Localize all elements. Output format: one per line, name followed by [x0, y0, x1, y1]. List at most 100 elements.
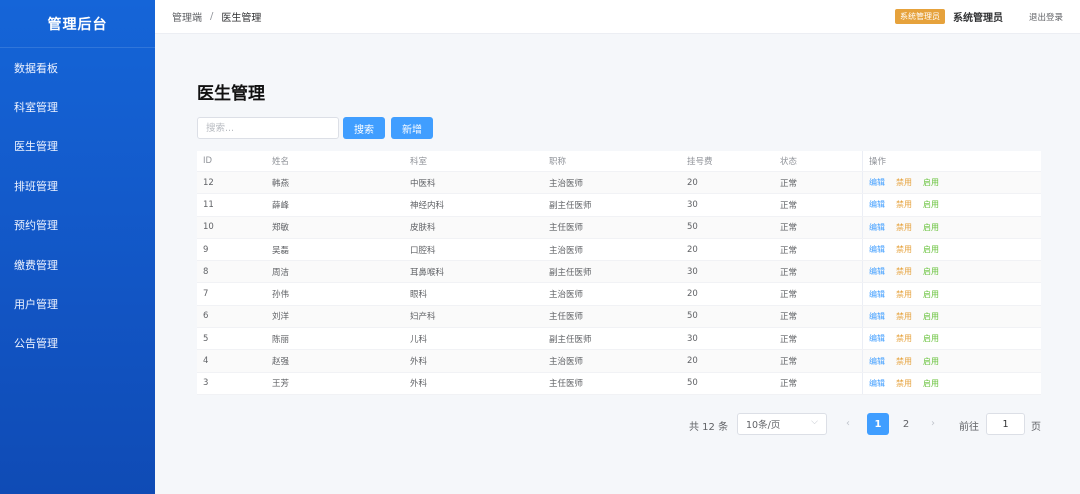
edit-button[interactable]: 编辑: [869, 244, 885, 255]
cell-status: 正常: [774, 216, 863, 238]
edit-button[interactable]: 编辑: [869, 311, 885, 322]
disable-button[interactable]: 禁用: [896, 289, 912, 300]
disable-button[interactable]: 禁用: [896, 199, 912, 210]
disable-button[interactable]: 禁用: [896, 222, 912, 233]
cell-status: 正常: [774, 372, 863, 394]
sidebar-item-dashboard[interactable]: 数据看板: [0, 48, 155, 87]
disable-button[interactable]: 禁用: [896, 356, 912, 367]
search-button[interactable]: 搜索: [343, 117, 385, 139]
cell-fee: 20: [687, 289, 698, 300]
cell-fee: 20: [687, 244, 698, 255]
cell-title: 主任医师: [549, 312, 584, 323]
table-header: ID 姓名 科室 职称 挂号费 状态 操作: [197, 151, 1041, 172]
cell-status: 正常: [774, 305, 863, 328]
cell-department: 妇产科: [410, 312, 436, 323]
cell-name: 赵强: [272, 357, 290, 368]
column-header-actions: 操作: [869, 157, 887, 167]
sidebar-item-doctors[interactable]: 医生管理: [0, 127, 155, 166]
cell-name: 周洁: [272, 267, 290, 278]
table-row: 7 孙伟 眼科 主治医师 20 正常 编辑 禁用 启用: [197, 283, 1041, 306]
goto-label: 前往: [959, 422, 979, 433]
cell-department: 外科: [410, 357, 428, 368]
enable-button[interactable]: 启用: [923, 222, 939, 233]
cell-actions: 编辑 禁用 启用: [863, 311, 1041, 322]
disable-button[interactable]: 禁用: [896, 244, 912, 255]
cell-actions: 编辑 禁用 启用: [863, 222, 1041, 233]
cell-name: 陈丽: [272, 334, 290, 345]
total-count: 共 12 条: [689, 422, 729, 433]
enable-button[interactable]: 启用: [923, 199, 939, 210]
sidebar-item-departments[interactable]: 科室管理: [0, 87, 155, 126]
cell-name: 吴磊: [272, 245, 290, 256]
cell-id: 6: [203, 311, 209, 322]
disable-button[interactable]: 禁用: [896, 311, 912, 322]
column-header-status: 状态: [774, 151, 863, 171]
enable-button[interactable]: 启用: [923, 244, 939, 255]
cell-department: 中医科: [410, 178, 436, 189]
edit-button[interactable]: 编辑: [869, 266, 885, 277]
edit-button[interactable]: 编辑: [869, 333, 885, 344]
enable-button[interactable]: 启用: [923, 266, 939, 277]
cell-status: 正常: [774, 350, 863, 372]
prev-page-button[interactable]: ‹: [846, 418, 850, 429]
cell-fee: 30: [687, 333, 698, 344]
cell-name: 韩燕: [272, 178, 290, 189]
page-suffix-label: 页: [1031, 422, 1041, 433]
edit-button[interactable]: 编辑: [869, 222, 885, 233]
search-input[interactable]: [197, 117, 339, 139]
cell-status: 正常: [774, 194, 863, 216]
cell-actions: 编辑 禁用 启用: [863, 177, 1041, 188]
cell-name: 王芳: [272, 379, 290, 390]
table-row: 9 吴磊 口腔科 主治医师 20 正常 编辑 禁用 启用: [197, 238, 1041, 262]
cell-department: 儿科: [410, 334, 428, 345]
cell-id: 3: [203, 378, 209, 389]
cell-id: 10: [203, 222, 214, 233]
disable-button[interactable]: 禁用: [896, 378, 912, 389]
cell-fee: 50: [687, 311, 698, 322]
page-size-select[interactable]: 10条/页 ⌵: [737, 413, 827, 435]
cell-status: 正常: [774, 328, 863, 350]
page-2-button[interactable]: 2: [895, 413, 917, 435]
main-content: 医生管理 搜索 新增 ID 姓名 科室 职称 挂号费 状态 操作 12 韩燕 中医科…: [155, 35, 1080, 494]
disable-button[interactable]: 禁用: [896, 177, 912, 188]
sidebar-item-users[interactable]: 用户管理: [0, 284, 155, 323]
cell-actions: 编辑 禁用 启用: [863, 199, 1041, 210]
enable-button[interactable]: 启用: [923, 356, 939, 367]
edit-button[interactable]: 编辑: [869, 378, 885, 389]
sidebar-item-schedules[interactable]: 排班管理: [0, 166, 155, 205]
goto-page-input[interactable]: [986, 413, 1025, 435]
logout-link[interactable]: 退出登录: [1029, 11, 1063, 23]
enable-button[interactable]: 启用: [923, 177, 939, 188]
edit-button[interactable]: 编辑: [869, 289, 885, 300]
page-1-button[interactable]: 1: [867, 413, 889, 435]
sidebar-item-notices[interactable]: 公告管理: [0, 324, 155, 363]
sidebar-item-appointments[interactable]: 预约管理: [0, 206, 155, 245]
enable-button[interactable]: 启用: [923, 289, 939, 300]
doctor-table: ID 姓名 科室 职称 挂号费 状态 操作 12 韩燕 中医科 主治医师 20 正常 编辑禁…: [197, 151, 1041, 395]
cell-department: 耳鼻喉科: [410, 267, 445, 278]
breadcrumb: 管理端 / 医生管理: [172, 9, 261, 24]
next-page-button[interactable]: ›: [931, 418, 935, 429]
table-row: 10 郑敏 皮肤科 主任医师 50 正常 编辑 禁用 启用: [197, 216, 1041, 239]
cell-status: 正常: [774, 261, 863, 283]
breadcrumb-root[interactable]: 管理端: [172, 9, 202, 24]
edit-button[interactable]: 编辑: [869, 356, 885, 367]
cell-fee: 20: [687, 356, 698, 367]
sidebar-item-payments[interactable]: 缴费管理: [0, 245, 155, 284]
cell-title: 副主任医师: [549, 200, 592, 211]
add-doctor-button[interactable]: 新增: [391, 117, 433, 139]
cell-title: 主治医师: [549, 178, 584, 189]
cell-name: 郑敏: [272, 223, 290, 234]
enable-button[interactable]: 启用: [923, 311, 939, 322]
cell-actions: 编辑 禁用 启用: [863, 378, 1041, 389]
enable-button[interactable]: 启用: [923, 378, 939, 389]
chevron-down-icon: ⌵: [811, 417, 818, 427]
edit-button[interactable]: 编辑: [869, 199, 885, 210]
cell-actions: 编辑 禁用 启用: [863, 289, 1041, 300]
enable-button[interactable]: 启用: [923, 333, 939, 344]
table-row: 3 王芳 外科 主任医师 50 正常 编辑 禁用 启用: [197, 372, 1041, 395]
disable-button[interactable]: 禁用: [896, 266, 912, 277]
column-header-title: 职称: [549, 157, 567, 167]
disable-button[interactable]: 禁用: [896, 333, 912, 344]
edit-button[interactable]: 编辑: [869, 177, 885, 188]
